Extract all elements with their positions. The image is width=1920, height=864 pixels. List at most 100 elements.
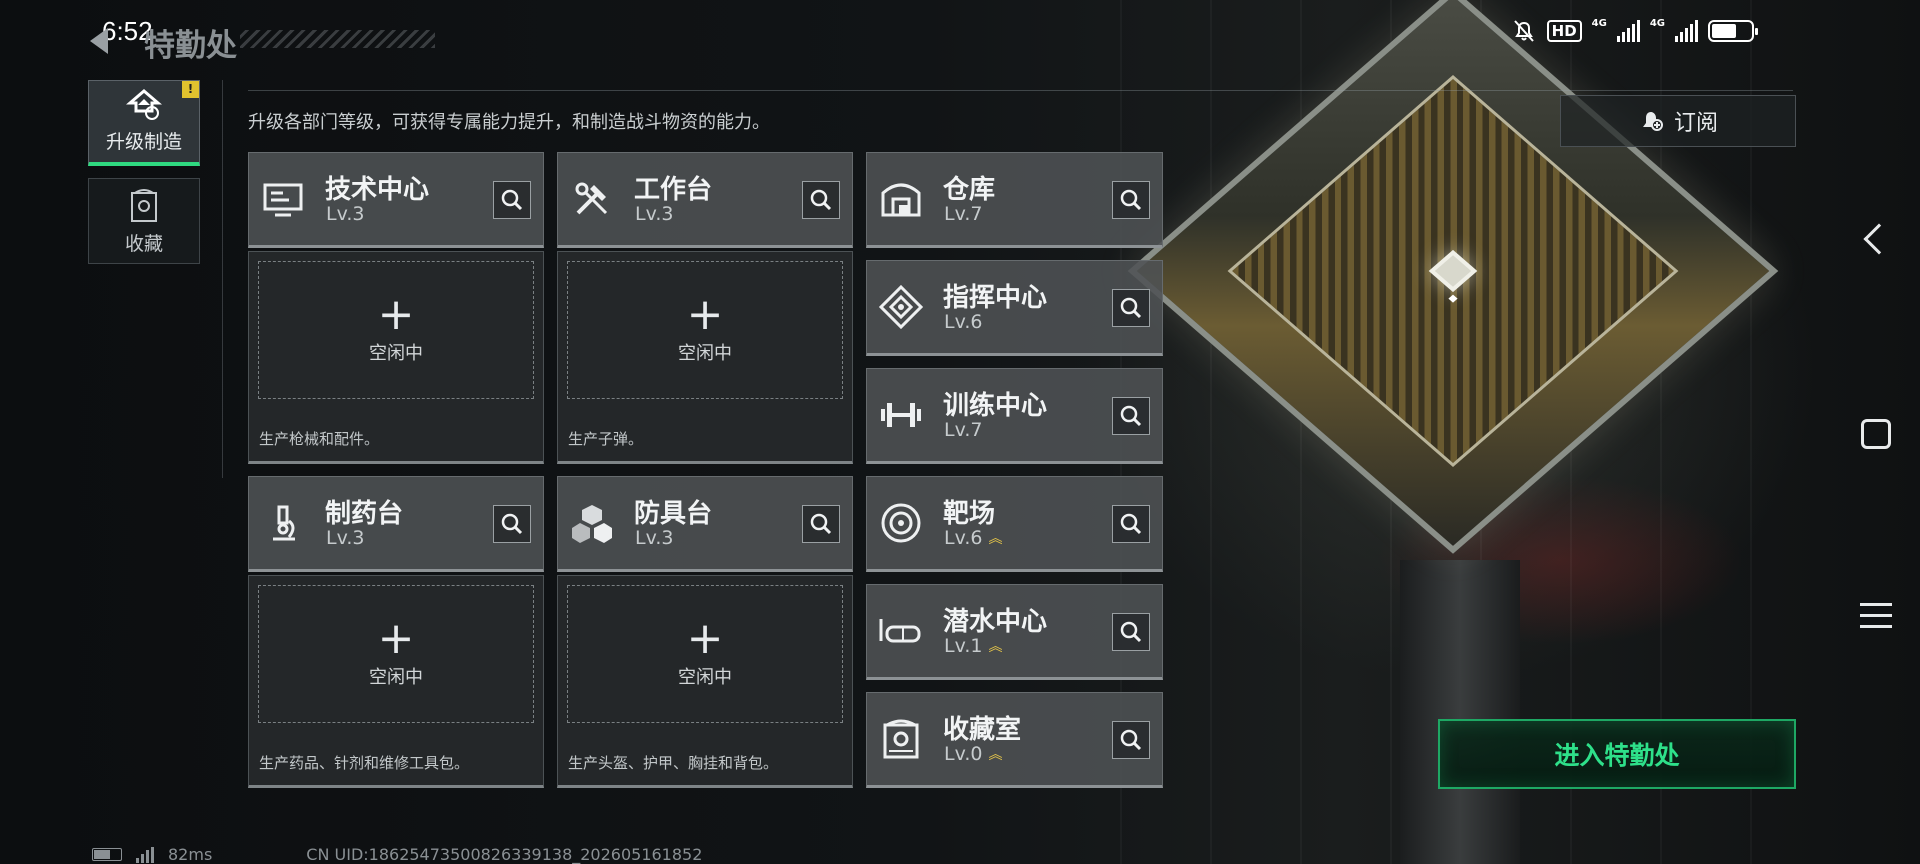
dept-level-text: Lv.0 [944, 743, 983, 765]
search-icon [1120, 405, 1142, 427]
idle-label: 空闲中 [678, 343, 732, 364]
subscribe-button[interactable]: 订阅 [1560, 95, 1796, 147]
upgrade-available-icon: ︽ [988, 530, 1003, 547]
tab-upgrade-craft-label: 升级制造 [105, 131, 182, 153]
dept-level: Lv.7 [944, 203, 983, 225]
dept-name: 技术中心 [325, 175, 430, 205]
production-slot[interactable]: + 空闲中 [567, 261, 843, 399]
upgrade-available-icon: ︽ [988, 638, 1003, 655]
dept-name: 潜水中心 [943, 607, 1048, 637]
inspect-button[interactable] [1112, 505, 1150, 543]
search-icon [810, 189, 832, 211]
footer-info: 82ms CN UID:18625473500826339138_2026051… [92, 845, 702, 864]
production-description: 生产枪械和配件。 [259, 430, 380, 448]
search-icon [1120, 189, 1142, 211]
production-panel-tech-center: + 空闲中 生产枪械和配件。 [248, 251, 544, 464]
search-icon [810, 513, 832, 535]
enter-special-ops-button[interactable]: 进入特勤处 [1438, 719, 1796, 789]
dept-card-shooting-range[interactable]: 靶场 Lv.6 ︽ [866, 476, 1163, 572]
upgrade-available-icon: ︽ [988, 746, 1003, 763]
search-icon [1120, 729, 1142, 751]
inspect-button[interactable] [493, 181, 531, 219]
dept-level: Lv.3 [326, 527, 365, 549]
warehouse-icon [881, 183, 921, 217]
production-slot[interactable]: + 空闲中 [567, 585, 843, 723]
battery-icon [1708, 20, 1758, 42]
system-menu-icon[interactable] [1860, 603, 1892, 636]
hd-badge: HD [1546, 20, 1582, 42]
monitor-icon [263, 183, 303, 217]
dept-level: Lv.1 ︽ [944, 635, 1002, 657]
page-description: 升级各部门等级，可获得专属能力提升，和制造战斗物资的能力。 [248, 112, 770, 133]
header-divider [248, 90, 1793, 91]
title-stripe-decoration [240, 30, 435, 48]
status-icons: HD 4G 4G [1511, 18, 1758, 44]
system-home-icon[interactable] [1861, 419, 1891, 449]
dept-level: Lv.6 ︽ [944, 527, 1002, 549]
inspect-button[interactable] [802, 181, 840, 219]
dept-name: 防具台 [634, 499, 713, 529]
dept-card-diving-center[interactable]: 潜水中心 Lv.1 ︽ [866, 584, 1163, 680]
plus-icon: + [686, 613, 724, 664]
dumbbell-icon [881, 403, 921, 427]
dept-level-text: Lv.1 [944, 635, 983, 657]
dept-name: 指挥中心 [943, 283, 1048, 313]
tab-upgrade-craft[interactable]: ! 升级制造 [88, 80, 200, 166]
production-description: 生产药品、针剂和维修工具包。 [259, 754, 470, 772]
dept-card-workbench[interactable]: 工作台 Lv.3 [557, 152, 853, 248]
dept-name: 工作台 [634, 175, 713, 205]
signal-icon [1616, 20, 1640, 42]
search-icon [1120, 513, 1142, 535]
production-panel-workbench: + 空闲中 生产子弹。 [557, 251, 853, 464]
dept-name: 制药台 [325, 499, 404, 529]
ping-value: 82ms [168, 845, 213, 864]
dept-card-armor[interactable]: 防具台 Lv.3 [557, 476, 853, 572]
dept-card-warehouse[interactable]: 仓库 Lv.7 [866, 152, 1163, 248]
dept-level: Lv.6 [944, 311, 983, 333]
production-description: 生产头盔、护甲、胸挂和背包。 [568, 754, 779, 772]
side-nav: ! 升级制造 收藏 [88, 80, 200, 276]
inspect-button[interactable] [493, 505, 531, 543]
network-label: 4G [1591, 18, 1607, 29]
command-emblem-icon [878, 284, 924, 330]
inspect-button[interactable] [1112, 289, 1150, 327]
inspect-button[interactable] [1112, 613, 1150, 651]
production-slot[interactable]: + 空闲中 [258, 261, 534, 399]
inspect-button[interactable] [802, 505, 840, 543]
diving-mask-icon [879, 619, 921, 643]
back-arrow-icon[interactable] [90, 28, 108, 54]
inspect-button[interactable] [1112, 181, 1150, 219]
plus-icon: + [686, 289, 724, 340]
production-slot[interactable]: + 空闲中 [258, 585, 534, 723]
dept-card-training-center[interactable]: 训练中心 Lv.7 [866, 368, 1163, 464]
dept-name: 训练中心 [943, 391, 1048, 421]
dept-level: Lv.0 ︽ [944, 743, 1002, 765]
dept-card-collection-room[interactable]: 收藏室 Lv.0 ︽ [866, 692, 1163, 788]
display-case-icon [883, 719, 919, 759]
tab-collection[interactable]: 收藏 [88, 178, 200, 264]
dept-level: Lv.3 [635, 527, 674, 549]
page-title: 特勤处 [144, 28, 237, 64]
search-icon [1120, 297, 1142, 319]
production-description: 生产子弹。 [568, 430, 644, 448]
inspect-button[interactable] [1112, 721, 1150, 759]
mute-bell-icon [1513, 20, 1534, 42]
plus-icon: + [377, 613, 415, 664]
dept-card-command-center[interactable]: 指挥中心 Lv.6 [866, 260, 1163, 356]
upgrade-icon [126, 89, 162, 120]
device-battery-icon [92, 848, 122, 861]
tab-collection-label: 收藏 [124, 232, 163, 255]
notification-badge: ! [182, 81, 199, 98]
nav-divider [222, 80, 223, 478]
production-panel-pharmacy: + 空闲中 生产药品、针剂和维修工具包。 [248, 575, 544, 788]
dept-level: Lv.7 [944, 419, 983, 441]
inspect-button[interactable] [1112, 397, 1150, 435]
dept-level: Lv.3 [635, 203, 674, 225]
dept-level: Lv.3 [326, 203, 365, 225]
search-icon [501, 189, 523, 211]
dept-name: 收藏室 [943, 715, 1022, 745]
signal-icon-2 [1675, 20, 1698, 42]
dept-card-tech-center[interactable]: 技术中心 Lv.3 [248, 152, 544, 248]
idle-label: 空闲中 [369, 343, 423, 364]
dept-card-pharmacy[interactable]: 制药台 Lv.3 [248, 476, 544, 572]
